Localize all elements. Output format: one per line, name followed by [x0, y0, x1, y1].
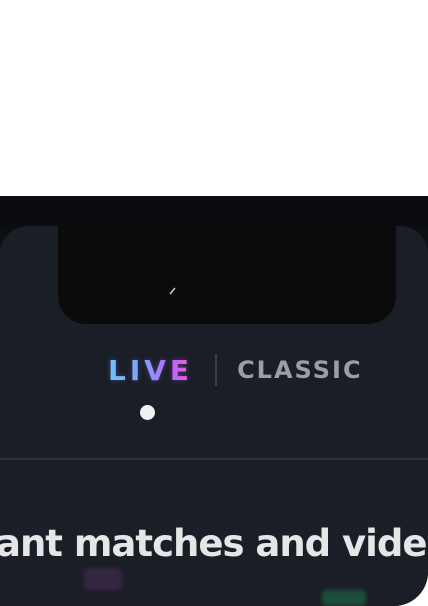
mode-divider — [215, 354, 218, 386]
tab-classic[interactable]: CLASSIC — [237, 356, 363, 384]
hero-headline: ant matches and vide — [0, 522, 427, 565]
phone-bezel-top — [0, 196, 428, 230]
tab-live[interactable]: LIVE — [108, 354, 193, 387]
selected-mode-indicator — [140, 405, 155, 420]
phone-notch — [58, 226, 396, 324]
section-divider — [0, 458, 428, 460]
status-mark-icon — [169, 287, 176, 295]
blurred-thumbnail — [322, 590, 366, 606]
blurred-thumbnail — [84, 568, 122, 590]
mode-switch: LIVE CLASSIC — [108, 350, 363, 390]
